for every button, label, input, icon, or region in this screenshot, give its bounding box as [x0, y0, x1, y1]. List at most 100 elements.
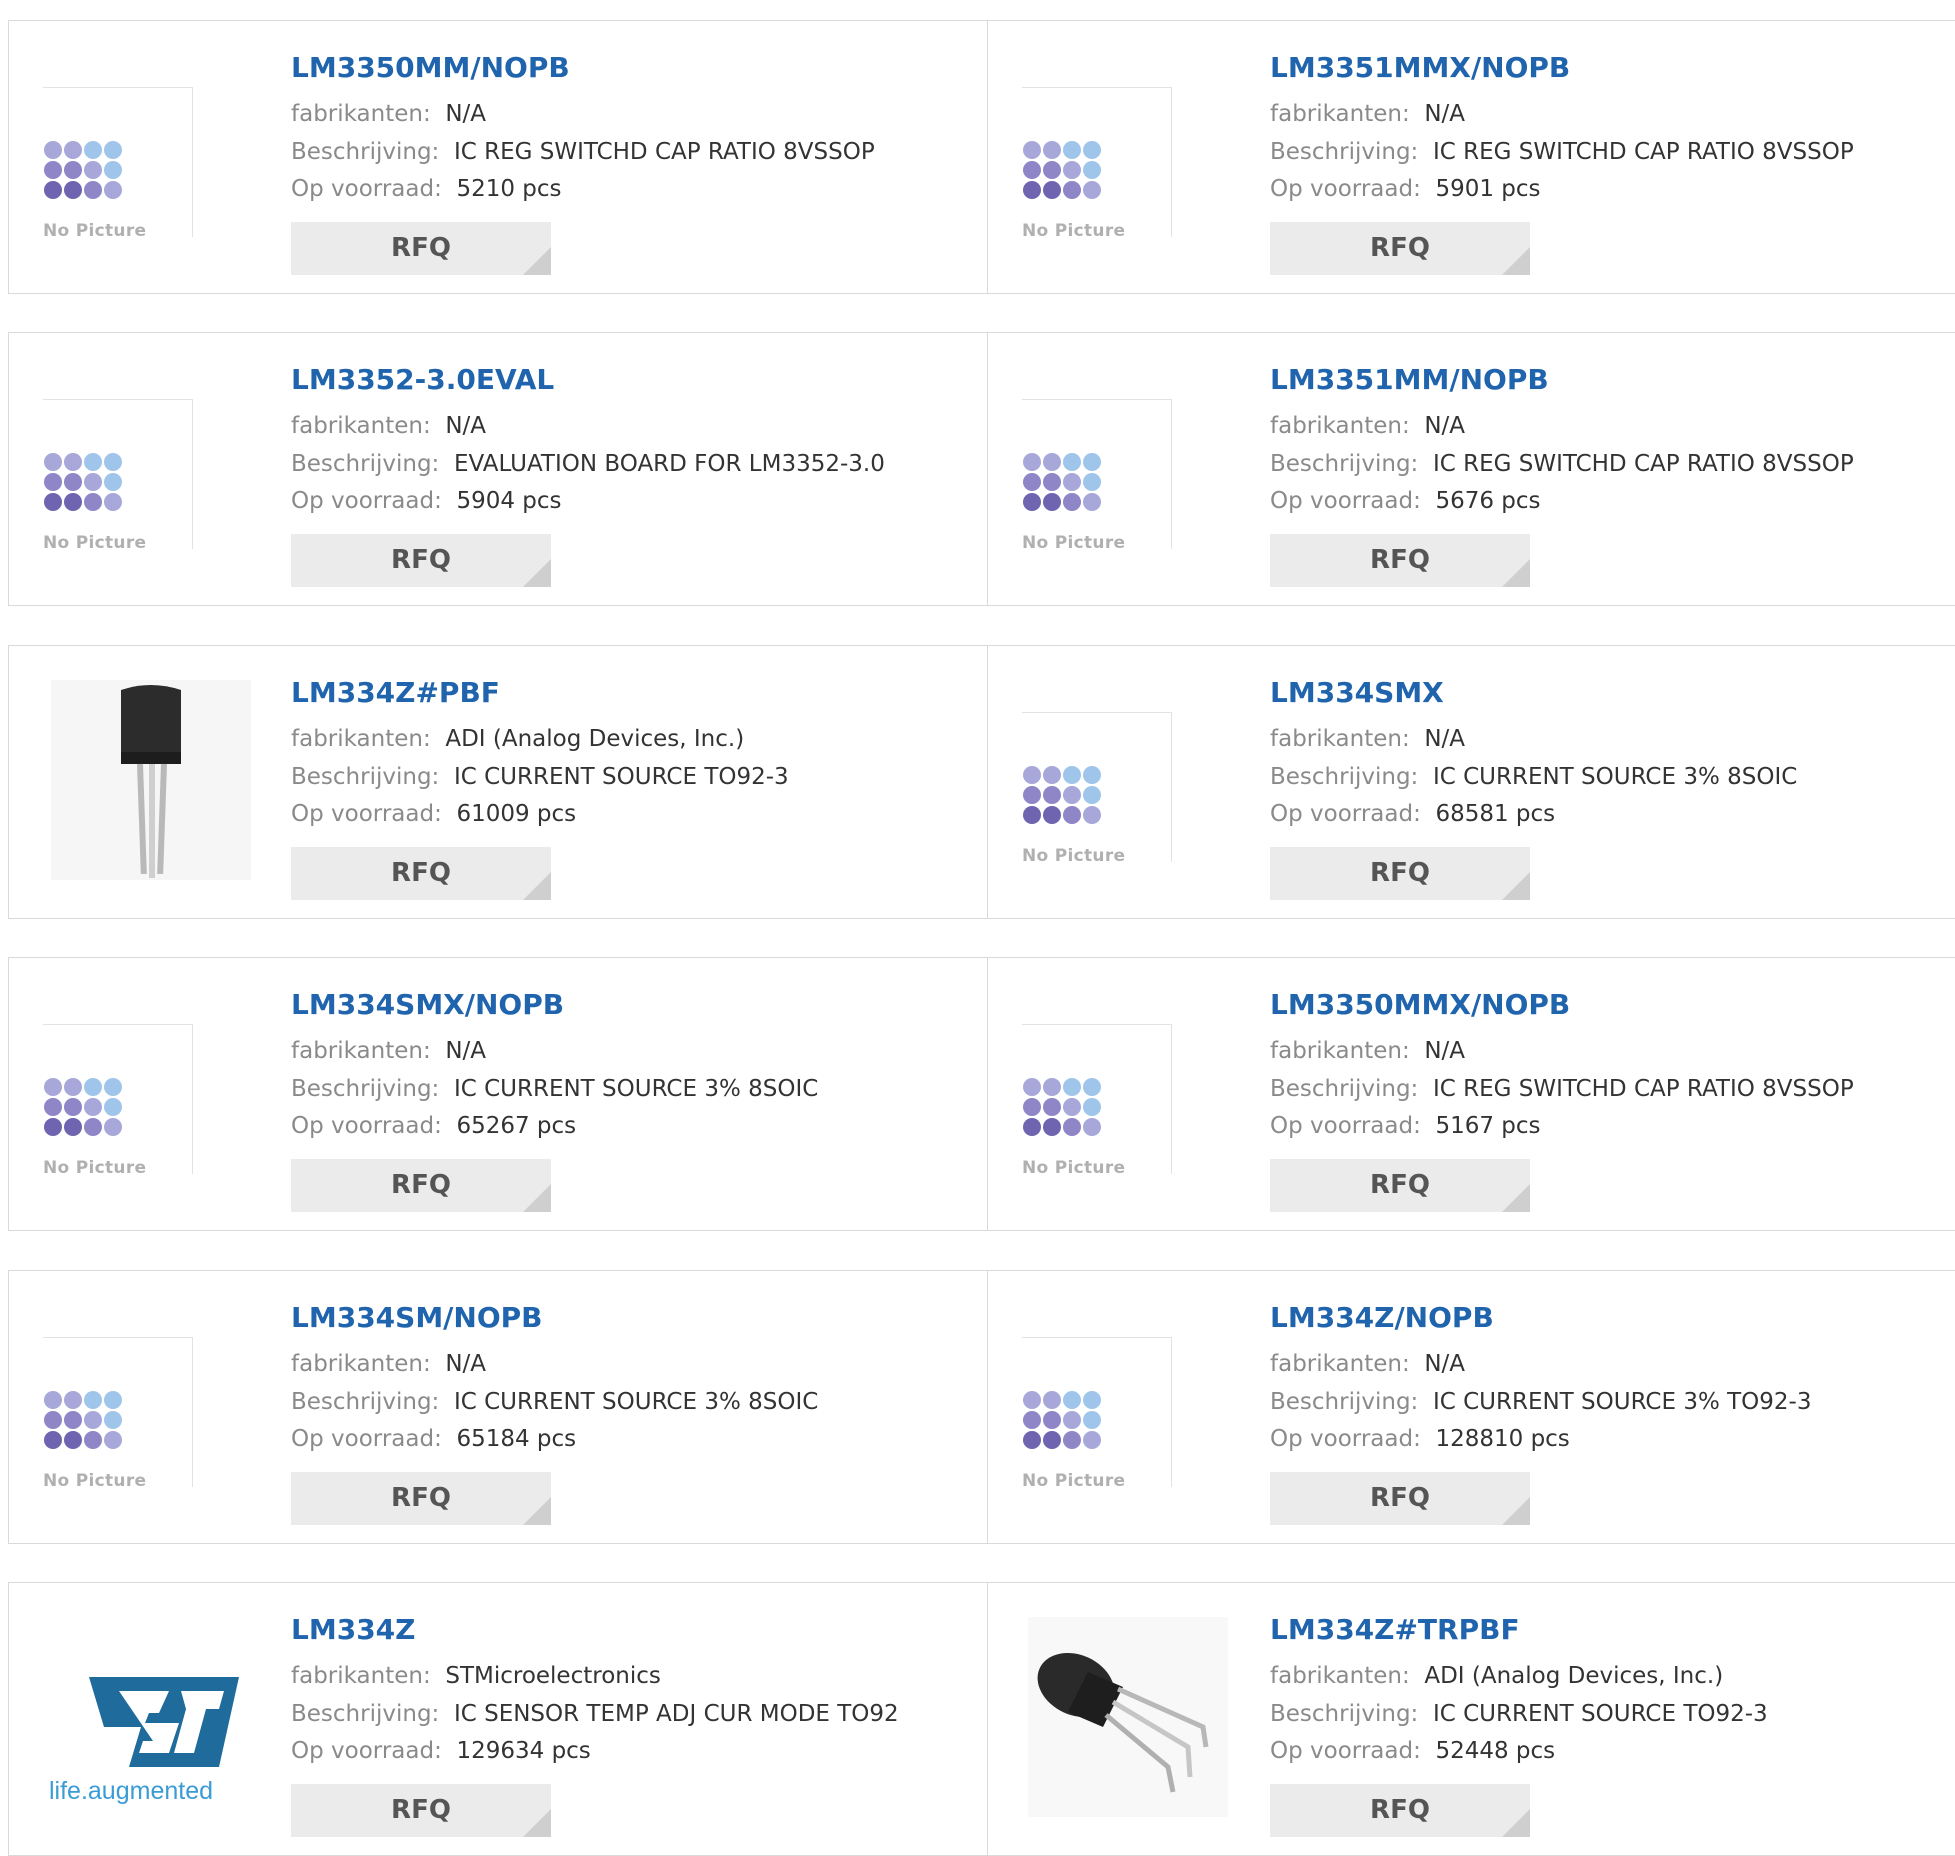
no-picture-image[interactable]: No Picture [43, 1337, 193, 1491]
stock-label: Op voorraad: [1270, 1738, 1421, 1764]
rfq-button[interactable]: RFQ [1270, 1784, 1530, 1837]
no-picture-label: No Picture [43, 533, 147, 553]
manufacturer-logo-image[interactable]: life.augmented [49, 1617, 249, 1817]
rfq-button-label: RFQ [391, 545, 451, 575]
no-picture-image[interactable]: No Picture [43, 399, 193, 553]
product-image[interactable] [1028, 1617, 1228, 1817]
no-picture-label: No Picture [43, 1471, 147, 1491]
rfq-button-label: RFQ [391, 1170, 451, 1200]
manufacturer-label: fabrikanten: [291, 1038, 431, 1064]
product-name-link[interactable]: LM334Z#TRPBF [1270, 1613, 1520, 1646]
product-card: No Picture LM3350MM/NOPB fabrikanten: N/… [9, 21, 987, 293]
stock-row: Op voorraad: 128810 pcs [1270, 1426, 1570, 1452]
product-name-link[interactable]: LM3351MMX/NOPB [1270, 51, 1570, 84]
description-row: Beschrijving: IC CURRENT SOURCE TO92-3 [1270, 1701, 1768, 1727]
product-name-link[interactable]: LM3352-3.0EVAL [291, 363, 554, 396]
product-name-link[interactable]: LM334Z/NOPB [1270, 1301, 1494, 1334]
description-row: Beschrijving: EVALUATION BOARD FOR LM335… [291, 451, 885, 477]
rfq-button[interactable]: RFQ [1270, 1159, 1530, 1212]
description-value: IC CURRENT SOURCE 3% 8SOIC [453, 1389, 819, 1415]
manufacturer-label: fabrikanten: [1270, 1038, 1410, 1064]
product-name-link[interactable]: LM3351MM/NOPB [1270, 363, 1549, 396]
product-card: No Picture LM3351MM/NOPB fabrikanten: N/… [988, 333, 1955, 605]
manufacturer-label: fabrikanten: [1270, 1351, 1410, 1377]
product-name-link[interactable]: LM3350MMX/NOPB [1270, 988, 1570, 1021]
rfq-button[interactable]: RFQ [291, 1159, 551, 1212]
description-value: IC CURRENT SOURCE TO92-3 [453, 764, 789, 790]
manufacturer-value: N/A [445, 1351, 487, 1377]
no-picture-label: No Picture [1022, 221, 1126, 241]
corner-triangle-icon [523, 247, 551, 275]
product-name-link[interactable]: LM334SMX [1270, 676, 1444, 709]
stock-value: 5901 pcs [1435, 176, 1541, 202]
rfq-button-label: RFQ [1370, 1795, 1430, 1825]
description-value: IC REG SWITCHD CAP RATIO 8VSSOP [1432, 1076, 1854, 1102]
product-name-link[interactable]: LM334Z [291, 1613, 415, 1646]
manufacturer-value: N/A [1424, 726, 1466, 752]
no-picture-image[interactable]: No Picture [1022, 87, 1172, 241]
product-card: No Picture LM3352-3.0EVAL fabrikanten: N… [9, 333, 987, 605]
no-picture-logo-icon [44, 141, 122, 199]
product-name-link[interactable]: LM3350MM/NOPB [291, 51, 570, 84]
rfq-button[interactable]: RFQ [291, 847, 551, 900]
stock-label: Op voorraad: [1270, 1426, 1421, 1452]
stock-label: Op voorraad: [291, 1113, 442, 1139]
manufacturer-row: fabrikanten: N/A [291, 1351, 486, 1377]
stock-label: Op voorraad: [291, 176, 442, 202]
description-row: Beschrijving: IC CURRENT SOURCE 3% 8SOIC [291, 1076, 818, 1102]
no-picture-image[interactable]: No Picture [1022, 399, 1172, 553]
stock-label: Op voorraad: [291, 801, 442, 827]
rfq-button[interactable]: RFQ [291, 1472, 551, 1525]
stock-value: 5167 pcs [1435, 1113, 1541, 1139]
rfq-button[interactable]: RFQ [291, 222, 551, 275]
rfq-button-label: RFQ [1370, 545, 1430, 575]
product-name-link[interactable]: LM334SM/NOPB [291, 1301, 543, 1334]
stock-label: Op voorraad: [1270, 801, 1421, 827]
no-picture-image[interactable]: No Picture [1022, 712, 1172, 866]
product-row: No Picture LM334SM/NOPB fabrikanten: N/A… [8, 1270, 1955, 1544]
corner-triangle-icon [1502, 1184, 1530, 1212]
product-card: No Picture LM3351MMX/NOPB fabrikanten: N… [988, 21, 1955, 293]
manufacturer-label: fabrikanten: [291, 1351, 431, 1377]
rfq-button-label: RFQ [1370, 858, 1430, 888]
rfq-button[interactable]: RFQ [1270, 847, 1530, 900]
no-picture-logo-icon [44, 1391, 122, 1449]
product-name-link[interactable]: LM334Z#PBF [291, 676, 500, 709]
corner-triangle-icon [1502, 559, 1530, 587]
corner-triangle-icon [1502, 1809, 1530, 1837]
rfq-button[interactable]: RFQ [1270, 534, 1530, 587]
corner-triangle-icon [523, 1184, 551, 1212]
no-picture-image[interactable]: No Picture [1022, 1024, 1172, 1178]
no-picture-image[interactable]: No Picture [1022, 1337, 1172, 1491]
no-picture-image[interactable]: No Picture [43, 1024, 193, 1178]
no-picture-label: No Picture [1022, 846, 1126, 866]
stock-value: 5676 pcs [1435, 488, 1541, 514]
to92-angled-package-icon [1028, 1617, 1228, 1817]
rfq-button-label: RFQ [1370, 1483, 1430, 1513]
description-label: Beschrijving: [291, 764, 440, 790]
manufacturer-row: fabrikanten: N/A [1270, 101, 1465, 127]
corner-triangle-icon [523, 1497, 551, 1525]
description-label: Beschrijving: [1270, 1076, 1419, 1102]
description-label: Beschrijving: [1270, 139, 1419, 165]
stock-row: Op voorraad: 61009 pcs [291, 801, 576, 827]
manufacturer-label: fabrikanten: [1270, 726, 1410, 752]
description-label: Beschrijving: [291, 139, 440, 165]
rfq-button[interactable]: RFQ [1270, 1472, 1530, 1525]
rfq-button-label: RFQ [391, 233, 451, 263]
rfq-button[interactable]: RFQ [291, 1784, 551, 1837]
product-image[interactable] [51, 680, 251, 880]
rfq-button[interactable]: RFQ [1270, 222, 1530, 275]
manufacturer-value: N/A [1424, 101, 1466, 127]
manufacturer-row: fabrikanten: ADI (Analog Devices, Inc.) [291, 726, 744, 752]
stock-value: 52448 pcs [1435, 1738, 1556, 1764]
no-picture-label: No Picture [43, 1158, 147, 1178]
no-picture-image[interactable]: No Picture [43, 87, 193, 241]
manufacturer-label: fabrikanten: [1270, 101, 1410, 127]
product-name-link[interactable]: LM334SMX/NOPB [291, 988, 564, 1021]
stock-label: Op voorraad: [291, 1426, 442, 1452]
description-label: Beschrijving: [1270, 451, 1419, 477]
stock-value: 5904 pcs [456, 488, 562, 514]
manufacturer-label: fabrikanten: [291, 101, 431, 127]
rfq-button[interactable]: RFQ [291, 534, 551, 587]
